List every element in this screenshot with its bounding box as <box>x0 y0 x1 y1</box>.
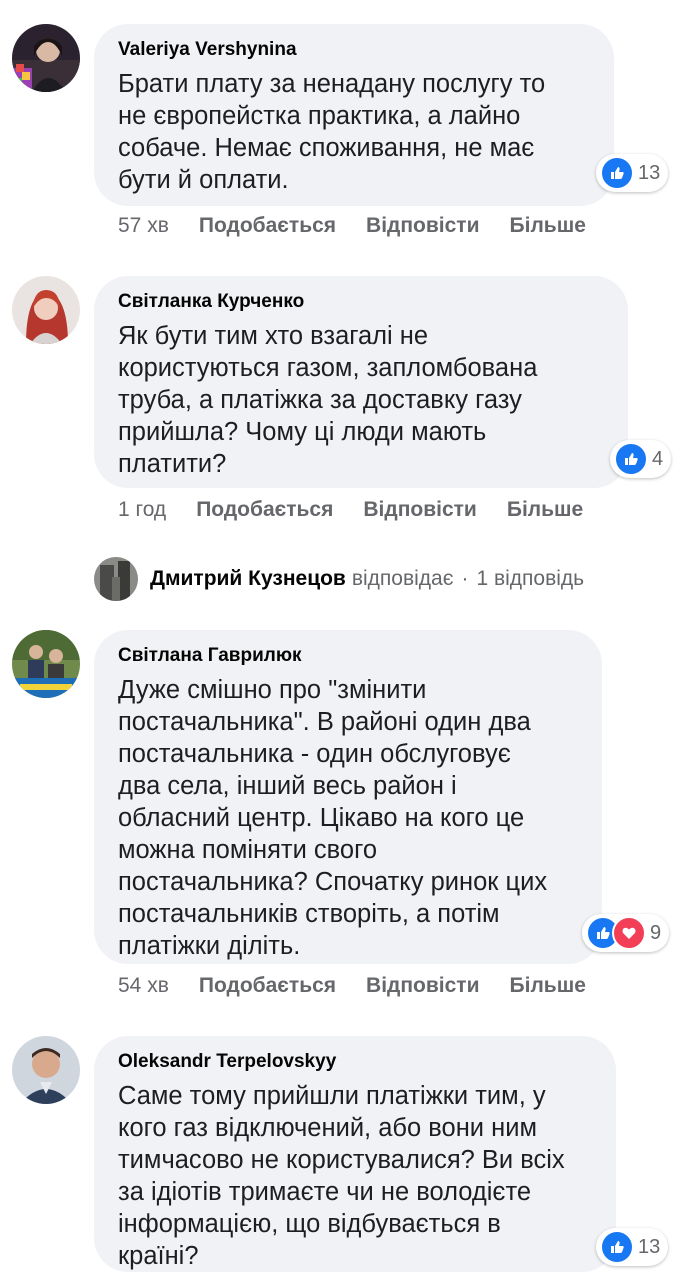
reply-count[interactable]: 1 відповідь <box>476 567 584 591</box>
reply-button[interactable]: Відповісти <box>363 498 476 522</box>
like-button[interactable]: Подобається <box>199 214 336 238</box>
avatar-image <box>12 630 80 698</box>
reaction-count: 13 <box>638 161 661 184</box>
avatar-image <box>94 557 138 601</box>
avatar[interactable] <box>12 24 80 92</box>
like-icon <box>614 442 648 476</box>
comment-text: Дуже смішно про "змінити постачальника".… <box>118 676 548 960</box>
comment-text: Як бути тим хто взагалі не користуються … <box>118 322 538 478</box>
reply-separator: · <box>461 567 469 590</box>
like-button[interactable]: Подобається <box>196 498 333 522</box>
love-icon <box>612 916 646 950</box>
avatar[interactable] <box>12 1036 80 1104</box>
avatar[interactable] <box>12 630 80 698</box>
reply-button[interactable]: Відповісти <box>366 974 479 998</box>
comment-actions: 54 хв Подобається Відповісти Більше <box>118 974 586 998</box>
reply-verb: відповідає <box>351 567 454 590</box>
reaction-count: 4 <box>652 447 664 470</box>
comment-author[interactable]: Oleksandr Terpelovskyy <box>118 1050 594 1074</box>
avatar-image <box>12 276 80 344</box>
avatar <box>94 557 138 601</box>
comment-author[interactable]: Світлана Гаврилюк <box>118 644 580 668</box>
comment-text: Брати плату за ненадану послугу то не єв… <box>118 70 546 194</box>
reactions-badge[interactable]: 4 <box>610 440 672 478</box>
avatar-image <box>12 1036 80 1104</box>
more-button[interactable]: Більше <box>510 974 586 998</box>
reaction-count: 13 <box>638 1235 661 1258</box>
comment-actions: 1 год Подобається Відповісти Більше <box>118 498 583 522</box>
reply-button[interactable]: Відповісти <box>366 214 479 238</box>
like-button[interactable]: Подобається <box>199 974 336 998</box>
reactions-badge[interactable]: 13 <box>596 154 669 192</box>
avatar-image <box>12 24 80 92</box>
like-icon <box>600 156 634 190</box>
like-icon <box>600 1230 634 1264</box>
reply-author[interactable]: Дмитрий Кузнецов <box>150 567 346 591</box>
comment-bubble: Valeriya Vershynina Брати плату за ненад… <box>94 24 614 206</box>
comment-text: Саме тому прийшли платіжки тим, у кого г… <box>118 1082 565 1270</box>
more-button[interactable]: Більше <box>510 214 586 238</box>
comment-time[interactable]: 57 хв <box>118 214 169 238</box>
comment-author[interactable]: Valeriya Vershynina <box>118 38 592 62</box>
comment-author[interactable]: Світланка Курченко <box>118 290 606 314</box>
replies-summary[interactable]: Дмитрий Кузнецов відповідає · 1 відповід… <box>94 556 584 602</box>
comment-bubble: Oleksandr Terpelovskyy Саме тому прийшли… <box>94 1036 616 1272</box>
comment-bubble: Світлана Гаврилюк Дуже смішно про "зміни… <box>94 630 602 964</box>
reactions-badge[interactable]: 9 <box>582 914 670 952</box>
comment-bubble: Світланка Курченко Як бути тим хто взага… <box>94 276 628 488</box>
more-button[interactable]: Більше <box>507 498 583 522</box>
reaction-count: 9 <box>650 921 662 944</box>
comment-time[interactable]: 54 хв <box>118 974 169 998</box>
comment-time[interactable]: 1 год <box>118 498 166 522</box>
reactions-badge[interactable]: 13 <box>596 1228 669 1266</box>
avatar[interactable] <box>12 276 80 344</box>
comment-actions: 57 хв Подобається Відповісти Більше <box>118 214 586 238</box>
